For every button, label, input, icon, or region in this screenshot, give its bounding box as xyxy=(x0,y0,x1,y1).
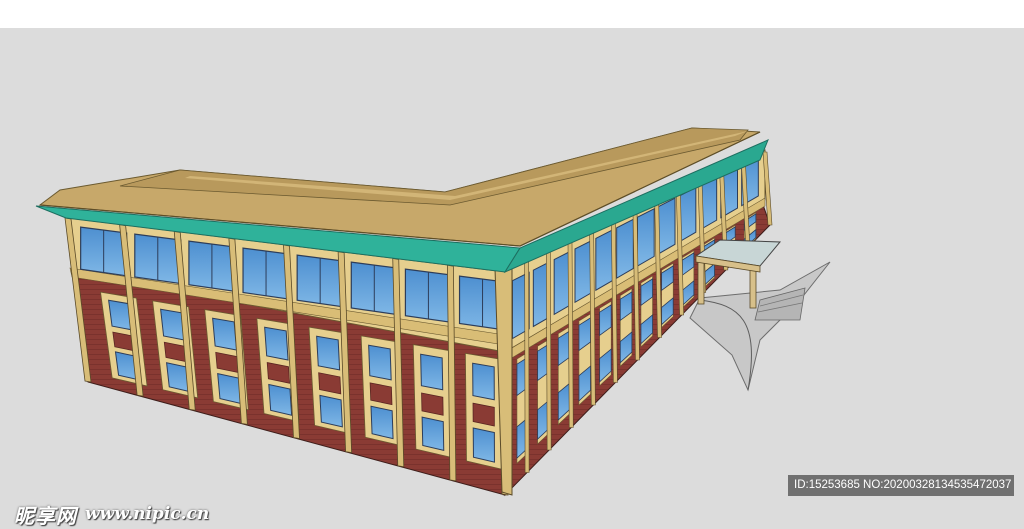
lower-window-glass xyxy=(264,326,289,361)
lower-window-glass xyxy=(319,394,343,428)
upper-window xyxy=(616,218,634,280)
pilaster xyxy=(524,261,530,473)
image-id-banner: ID:15253685 NO:20200328134535472037 xyxy=(788,475,1014,496)
pilaster xyxy=(567,241,574,428)
lower-window-glass xyxy=(316,335,341,371)
model-viewport[interactable]: 昵享网 www.nipic.cn xyxy=(0,28,1024,528)
lower-window-glass xyxy=(217,373,242,405)
pilaster xyxy=(546,251,552,451)
lower-window-glass xyxy=(370,405,394,440)
lower-window-glass xyxy=(420,353,444,391)
lower-window-glass xyxy=(368,344,392,381)
upper-window xyxy=(574,239,593,304)
watermark-url: www.nipic.cn xyxy=(85,504,210,524)
lower-window-panel xyxy=(472,402,495,427)
top-strip xyxy=(0,0,1024,28)
lower-window-glass xyxy=(472,362,495,401)
lower-window-glass xyxy=(268,383,293,416)
lower-window-glass xyxy=(472,427,495,463)
canopy-column-left xyxy=(697,261,705,305)
watermark-logo-text: 昵享网 xyxy=(14,503,77,528)
upper-window xyxy=(637,207,655,267)
lower-window-glass xyxy=(212,317,238,351)
watermark-logo: 昵享网 www.nipic.cn xyxy=(14,502,210,528)
upper-window xyxy=(657,197,676,255)
lower-window-glass xyxy=(421,416,445,451)
upper-window xyxy=(595,229,613,292)
building-model xyxy=(35,127,831,497)
entrance-canopy xyxy=(689,239,831,392)
